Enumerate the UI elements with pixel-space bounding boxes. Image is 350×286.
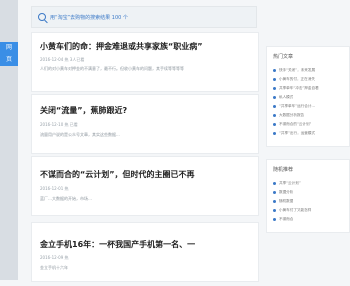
article-meta: 2016-12-10 热 已看 — [40, 122, 78, 127]
article-meta: 2016-12-01 热 — [40, 186, 69, 191]
list-item[interactable]: 随机数据 — [273, 197, 343, 206]
article-card[interactable]: 关闭“流量”，蕉肺跟近? 2016-12-10 热 已看 流量用户说的是公众号文… — [31, 94, 259, 154]
list-item[interactable]: 小黄车的付，正在消失 — [273, 75, 343, 84]
list-item[interactable]: 不谋而合 — [273, 215, 343, 224]
recommend-widget: 随机推荐 共享“云计划” 数据分析 随机数据 小黄车付了又能怎样 不谋而合 — [266, 159, 350, 233]
article-title[interactable]: 不谋而合的“云计划”，但时代的主圈已不再 — [40, 169, 195, 180]
article-card[interactable]: 金立手机16年：一杯我国产手机第一名、一 2016-12-09 热 金立手机十六… — [31, 222, 259, 282]
bullet-icon — [273, 78, 276, 81]
bullet-icon — [273, 132, 276, 135]
list-item[interactable]: 不谋而合的“云计划” — [273, 120, 343, 129]
search-icon — [38, 13, 46, 21]
article-title[interactable]: 关闭“流量”，蕉肺跟近? — [40, 105, 127, 116]
list-item[interactable]: 快手“关闭”，未来发展 — [273, 66, 343, 75]
article-excerpt: 金立手机十六年 — [40, 265, 68, 270]
list-item[interactable]: 大数据分析报告 — [273, 111, 343, 120]
bullet-icon — [273, 209, 276, 212]
bullet-icon — [273, 114, 276, 117]
article-card[interactable]: 小黄车们的命：押金难退或共享家族“职业病” 2016-12-04 热 3人已看 … — [31, 32, 259, 92]
article-meta: 2016-12-09 热 — [40, 255, 69, 260]
bullet-icon — [273, 96, 276, 99]
article-title[interactable]: 金立手机16年：一杯我国产手机第一名、一 — [40, 239, 195, 250]
search-banner: 用“淘宝”去购物的搜索结果 100 个 — [31, 6, 257, 28]
article-meta: 2016-12-04 热 3人已看 — [40, 57, 85, 62]
bullet-icon — [273, 105, 276, 108]
main-column: 用“淘宝”去购物的搜索结果 100 个 小黄车们的命：押金难退或共享家族“职业病… — [31, 6, 259, 286]
bullet-icon — [273, 218, 276, 221]
bullet-icon — [273, 87, 276, 90]
list-item[interactable]: 小黄车付了又能怎样 — [273, 206, 343, 215]
article-excerpt: 流量用户说的是公众号文章，其实这些数据... — [40, 132, 120, 137]
list-item[interactable]: 共享单车“冲击”押金自看 — [273, 84, 343, 93]
hot-articles-widget: 热门文章 快手“关闭”，未来发展 小黄车的付，正在消失 共享单车“冲击”押金自看… — [266, 46, 350, 147]
article-card[interactable]: 不谋而合的“云计划”，但时代的主圈已不再 2016-12-01 热 蓝厂…大数据… — [31, 156, 259, 216]
left-strip: 网 页 — [0, 0, 18, 280]
article-excerpt: 蓝厂…大数据的开始，市场… — [40, 196, 92, 201]
site-logo[interactable]: 网 页 — [0, 42, 18, 66]
list-item[interactable]: “共享”出行，运营模式 — [273, 129, 343, 138]
list-item[interactable]: 共享“云计划” — [273, 179, 343, 188]
widget-title: 随机推荐 — [273, 167, 294, 173]
article-title[interactable]: 小黄车们的命：押金难退或共享家族“职业病” — [40, 41, 203, 52]
list-item[interactable]: 私人模式 — [273, 93, 343, 102]
search-banner-text: 用“淘宝”去购物的搜索结果 100 个 — [50, 14, 128, 21]
right-sidebar: 热门文章 快手“关闭”，未来发展 小黄车的付，正在消失 共享单车“冲击”押金自看… — [266, 46, 350, 233]
bullet-icon — [273, 69, 276, 72]
list-item[interactable]: “共享单车”运行合计... — [273, 102, 343, 111]
bullet-icon — [273, 182, 276, 185]
list-item[interactable]: 数据分析 — [273, 188, 343, 197]
widget-title: 热门文章 — [273, 54, 294, 60]
bullet-icon — [273, 123, 276, 126]
bullet-icon — [273, 191, 276, 194]
bullet-icon — [273, 200, 276, 203]
article-excerpt: 人们的对小黄车对押金的不满意了，最不行。但收小黄车的问题，其手续等等等等 — [40, 66, 184, 71]
